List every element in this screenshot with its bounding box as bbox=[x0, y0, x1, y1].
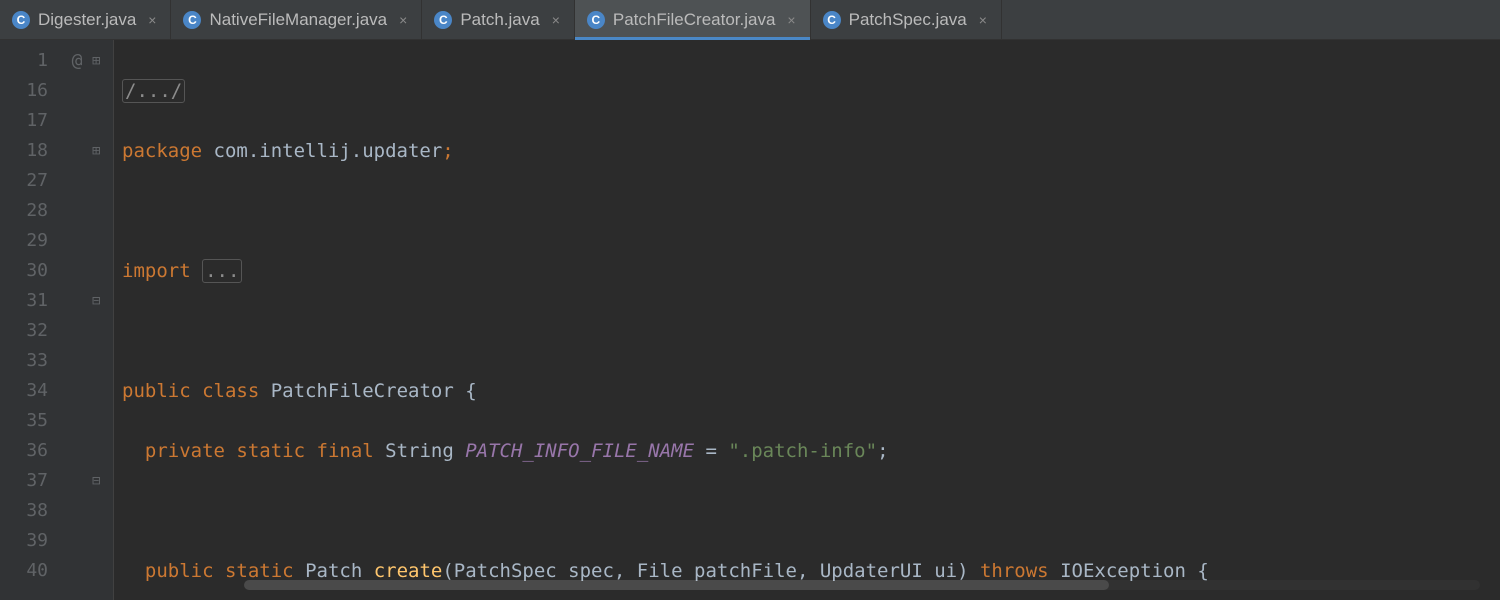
line-number-gutter: 1 16 17 18 27 28 29 30 31 32 33 34 35 36… bbox=[0, 40, 62, 600]
tab-label: NativeFileManager.java bbox=[209, 10, 387, 30]
folded-region[interactable]: /.../ bbox=[122, 79, 185, 103]
folded-region[interactable]: ... bbox=[202, 259, 242, 283]
close-icon[interactable]: × bbox=[552, 12, 560, 28]
tab-label: Digester.java bbox=[38, 10, 136, 30]
fold-gutter: ⊞ ⊞ ⊟ ⊟ bbox=[92, 40, 114, 600]
tab-patchspec[interactable]: C PatchSpec.java × bbox=[811, 0, 1002, 39]
fold-toggle-icon[interactable]: ⊟ bbox=[92, 466, 113, 496]
tab-patchfilecreator[interactable]: C PatchFileCreator.java × bbox=[575, 0, 811, 39]
class-file-icon: C bbox=[434, 11, 452, 29]
override-marker-icon[interactable]: @ bbox=[62, 46, 92, 76]
close-icon[interactable]: × bbox=[979, 12, 987, 28]
class-file-icon: C bbox=[823, 11, 841, 29]
tab-label: PatchSpec.java bbox=[849, 10, 967, 30]
fold-toggle-icon[interactable]: ⊟ bbox=[92, 286, 113, 316]
tab-digester[interactable]: C Digester.java × bbox=[0, 0, 171, 39]
tab-bar: C Digester.java × C NativeFileManager.ja… bbox=[0, 0, 1500, 40]
horizontal-scrollbar[interactable] bbox=[244, 580, 1480, 590]
tab-nativefilemanager[interactable]: C NativeFileManager.java × bbox=[171, 0, 422, 39]
class-file-icon: C bbox=[183, 11, 201, 29]
fold-toggle-icon[interactable]: ⊞ bbox=[92, 46, 113, 76]
tab-label: Patch.java bbox=[460, 10, 539, 30]
close-icon[interactable]: × bbox=[787, 12, 795, 28]
editor-area: 1 16 17 18 27 28 29 30 31 32 33 34 35 36… bbox=[0, 40, 1500, 600]
close-icon[interactable]: × bbox=[399, 12, 407, 28]
close-icon[interactable]: × bbox=[148, 12, 156, 28]
class-file-icon: C bbox=[587, 11, 605, 29]
tab-label: PatchFileCreator.java bbox=[613, 10, 776, 30]
annotation-gutter: @ bbox=[62, 40, 92, 600]
code-editor[interactable]: /.../ package com.intellij.updater; impo… bbox=[114, 40, 1500, 600]
class-file-icon: C bbox=[12, 11, 30, 29]
scrollbar-thumb[interactable] bbox=[244, 580, 1109, 590]
tab-patch[interactable]: C Patch.java × bbox=[422, 0, 575, 39]
fold-toggle-icon[interactable]: ⊞ bbox=[92, 136, 113, 166]
